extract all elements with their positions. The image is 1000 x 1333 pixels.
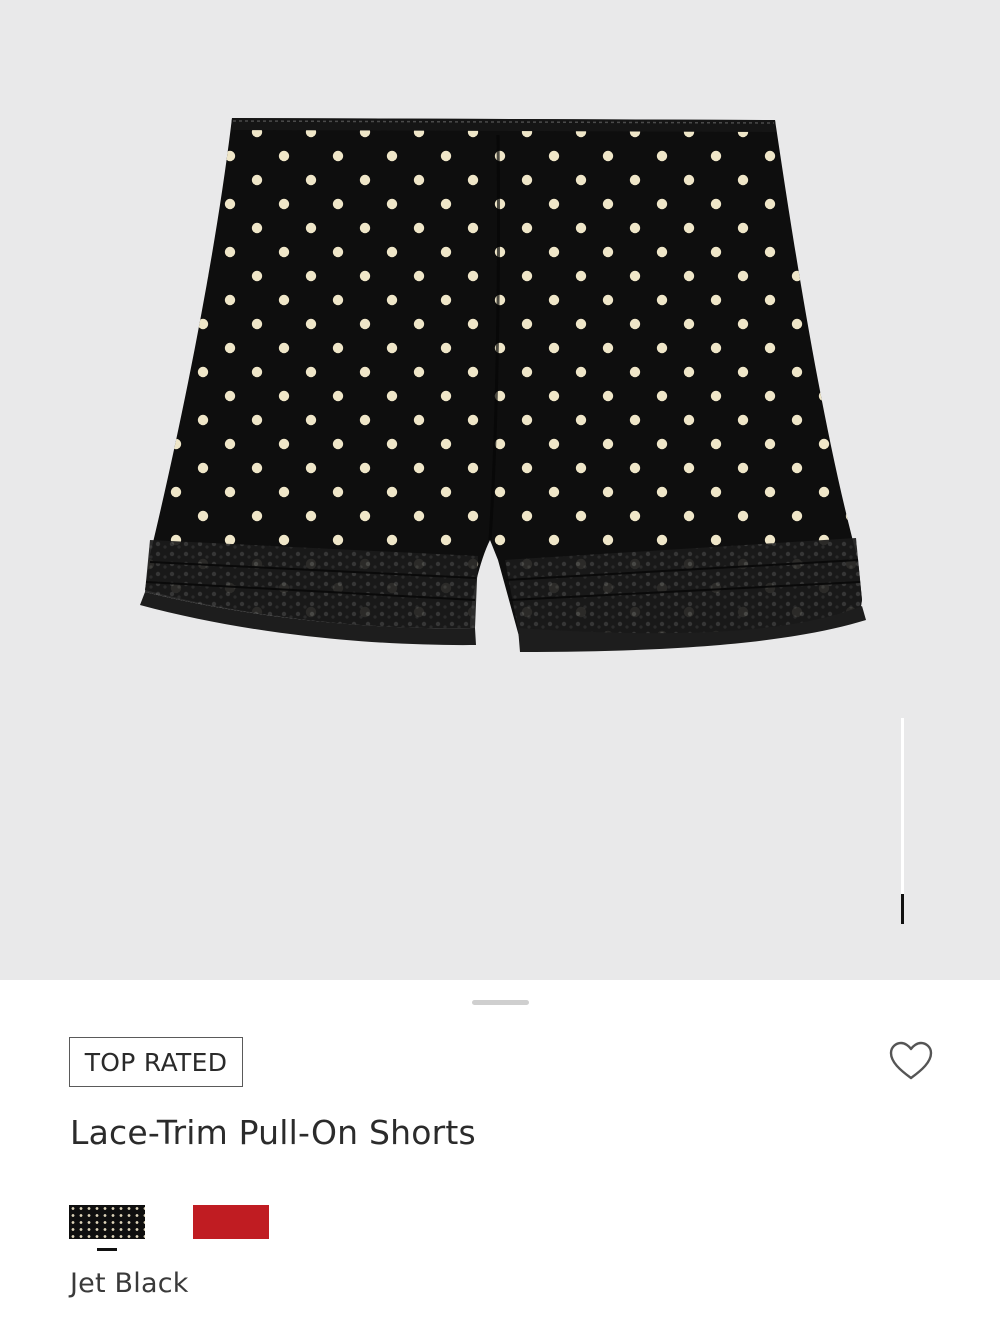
scroll-track xyxy=(901,718,904,908)
product-image xyxy=(140,118,866,652)
selected-color-name: Jet Black xyxy=(70,1268,189,1299)
top-rated-badge: TOP RATED xyxy=(69,1037,243,1087)
wishlist-button[interactable] xyxy=(888,1040,934,1082)
swatch-red[interactable] xyxy=(193,1205,269,1239)
scroll-thumb[interactable] xyxy=(901,894,904,924)
product-image-gallery[interactable] xyxy=(0,0,1000,980)
product-title: Lace-Trim Pull-On Shorts xyxy=(70,1113,476,1152)
drag-handle[interactable] xyxy=(472,1000,529,1005)
heart-outline-icon xyxy=(889,1041,933,1080)
image-scroll-indicator[interactable] xyxy=(900,718,906,924)
selected-swatch-indicator xyxy=(97,1248,117,1251)
swatch-jet-black[interactable] xyxy=(69,1205,145,1239)
